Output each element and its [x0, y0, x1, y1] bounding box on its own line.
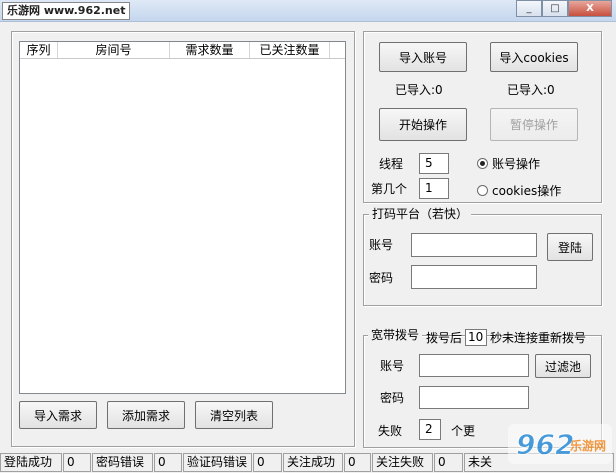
status-login-ok-label: 登陆成功 — [0, 453, 62, 472]
demand-list[interactable]: 序列 房间号 需求数量 已关注数量 — [19, 41, 346, 394]
broadband-fail-label: 失败 — [378, 424, 403, 438]
thread-label: 线程 — [379, 157, 404, 171]
pause-button: 暂停操作 — [490, 108, 578, 141]
maximize-button[interactable]: □ — [542, 0, 568, 17]
status-pwd-err-label: 密码错误 — [92, 453, 153, 472]
broadband-password-input[interactable] — [419, 386, 529, 409]
status-bar: 登陆成功 0 密码错误 0 验证码错误 0 关注成功 0 关注失败 0 未关 — [0, 452, 616, 473]
import-cookies-button[interactable]: 导入cookies — [490, 42, 578, 72]
start-button[interactable]: 开始操作 — [379, 108, 467, 141]
captcha-password-input[interactable] — [411, 265, 537, 289]
captcha-login-button[interactable]: 登陆 — [547, 233, 593, 261]
captcha-platform-title: 打码平台（若快） — [369, 207, 472, 221]
captcha-account-input[interactable] — [411, 233, 537, 257]
close-button[interactable]: X — [568, 0, 612, 17]
status-pwd-err-value: 0 — [154, 453, 182, 472]
imported-account-count: 已导入:0 — [395, 83, 443, 97]
thread-input[interactable]: 5 — [419, 153, 449, 174]
nth-label: 第几个 — [371, 182, 408, 196]
broadband-fail-suffix: 个更 — [451, 424, 476, 438]
broadband-after-label: 拨号后 — [426, 331, 463, 345]
status-not-followed-label: 未关 — [464, 453, 614, 472]
imported-cookies-count: 已导入:0 — [507, 83, 555, 97]
column-demand[interactable]: 需求数量 — [170, 42, 250, 58]
watermark-label: 乐游网 www.962.net — [2, 2, 131, 20]
import-account-button[interactable]: 导入账号 — [379, 42, 467, 72]
mode-account-label[interactable]: 账号操作 — [492, 156, 540, 172]
captcha-password-label: 密码 — [369, 271, 394, 285]
mode-cookies-radio[interactable] — [477, 185, 488, 196]
list-header: 序列 房间号 需求数量 已关注数量 — [20, 42, 345, 59]
captcha-account-label: 账号 — [369, 238, 394, 252]
column-followed[interactable]: 已关注数量 — [250, 42, 330, 58]
status-follow-fail-label: 关注失败 — [372, 453, 433, 472]
status-follow-fail-value: 0 — [434, 453, 463, 472]
minimize-button[interactable]: _ — [516, 0, 542, 17]
nth-input[interactable]: 1 — [419, 178, 449, 199]
import-demand-button[interactable]: 导入需求 — [19, 401, 97, 429]
broadband-title: 宽带拨号 — [368, 328, 423, 342]
broadband-fail-input[interactable]: 2 — [419, 419, 441, 440]
status-captcha-err-value: 0 — [253, 453, 282, 472]
title-bar: 乐游网 www.962.net _ □ X — [0, 0, 616, 22]
status-follow-ok-label: 关注成功 — [283, 453, 343, 472]
mode-cookies-label[interactable]: cookies操作 — [492, 183, 561, 199]
broadband-password-label: 密码 — [380, 391, 405, 405]
column-index[interactable]: 序列 — [20, 42, 58, 58]
broadband-account-label: 账号 — [380, 359, 405, 373]
broadband-reconnect-label: 秒未连接重新拨号 — [490, 331, 587, 345]
status-captcha-err-label: 验证码错误 — [183, 453, 252, 472]
filter-pool-button[interactable]: 过滤池 — [535, 354, 591, 378]
status-login-ok-value: 0 — [63, 453, 91, 472]
column-room[interactable]: 房间号 — [58, 42, 170, 58]
broadband-seconds-input[interactable]: 10 — [465, 329, 487, 346]
clear-list-button[interactable]: 清空列表 — [195, 401, 273, 429]
window-controls: _ □ X — [516, 0, 612, 18]
add-demand-button[interactable]: 添加需求 — [107, 401, 185, 429]
status-follow-ok-value: 0 — [344, 453, 371, 472]
mode-account-radio[interactable] — [477, 158, 488, 169]
broadband-account-input[interactable] — [419, 354, 529, 377]
